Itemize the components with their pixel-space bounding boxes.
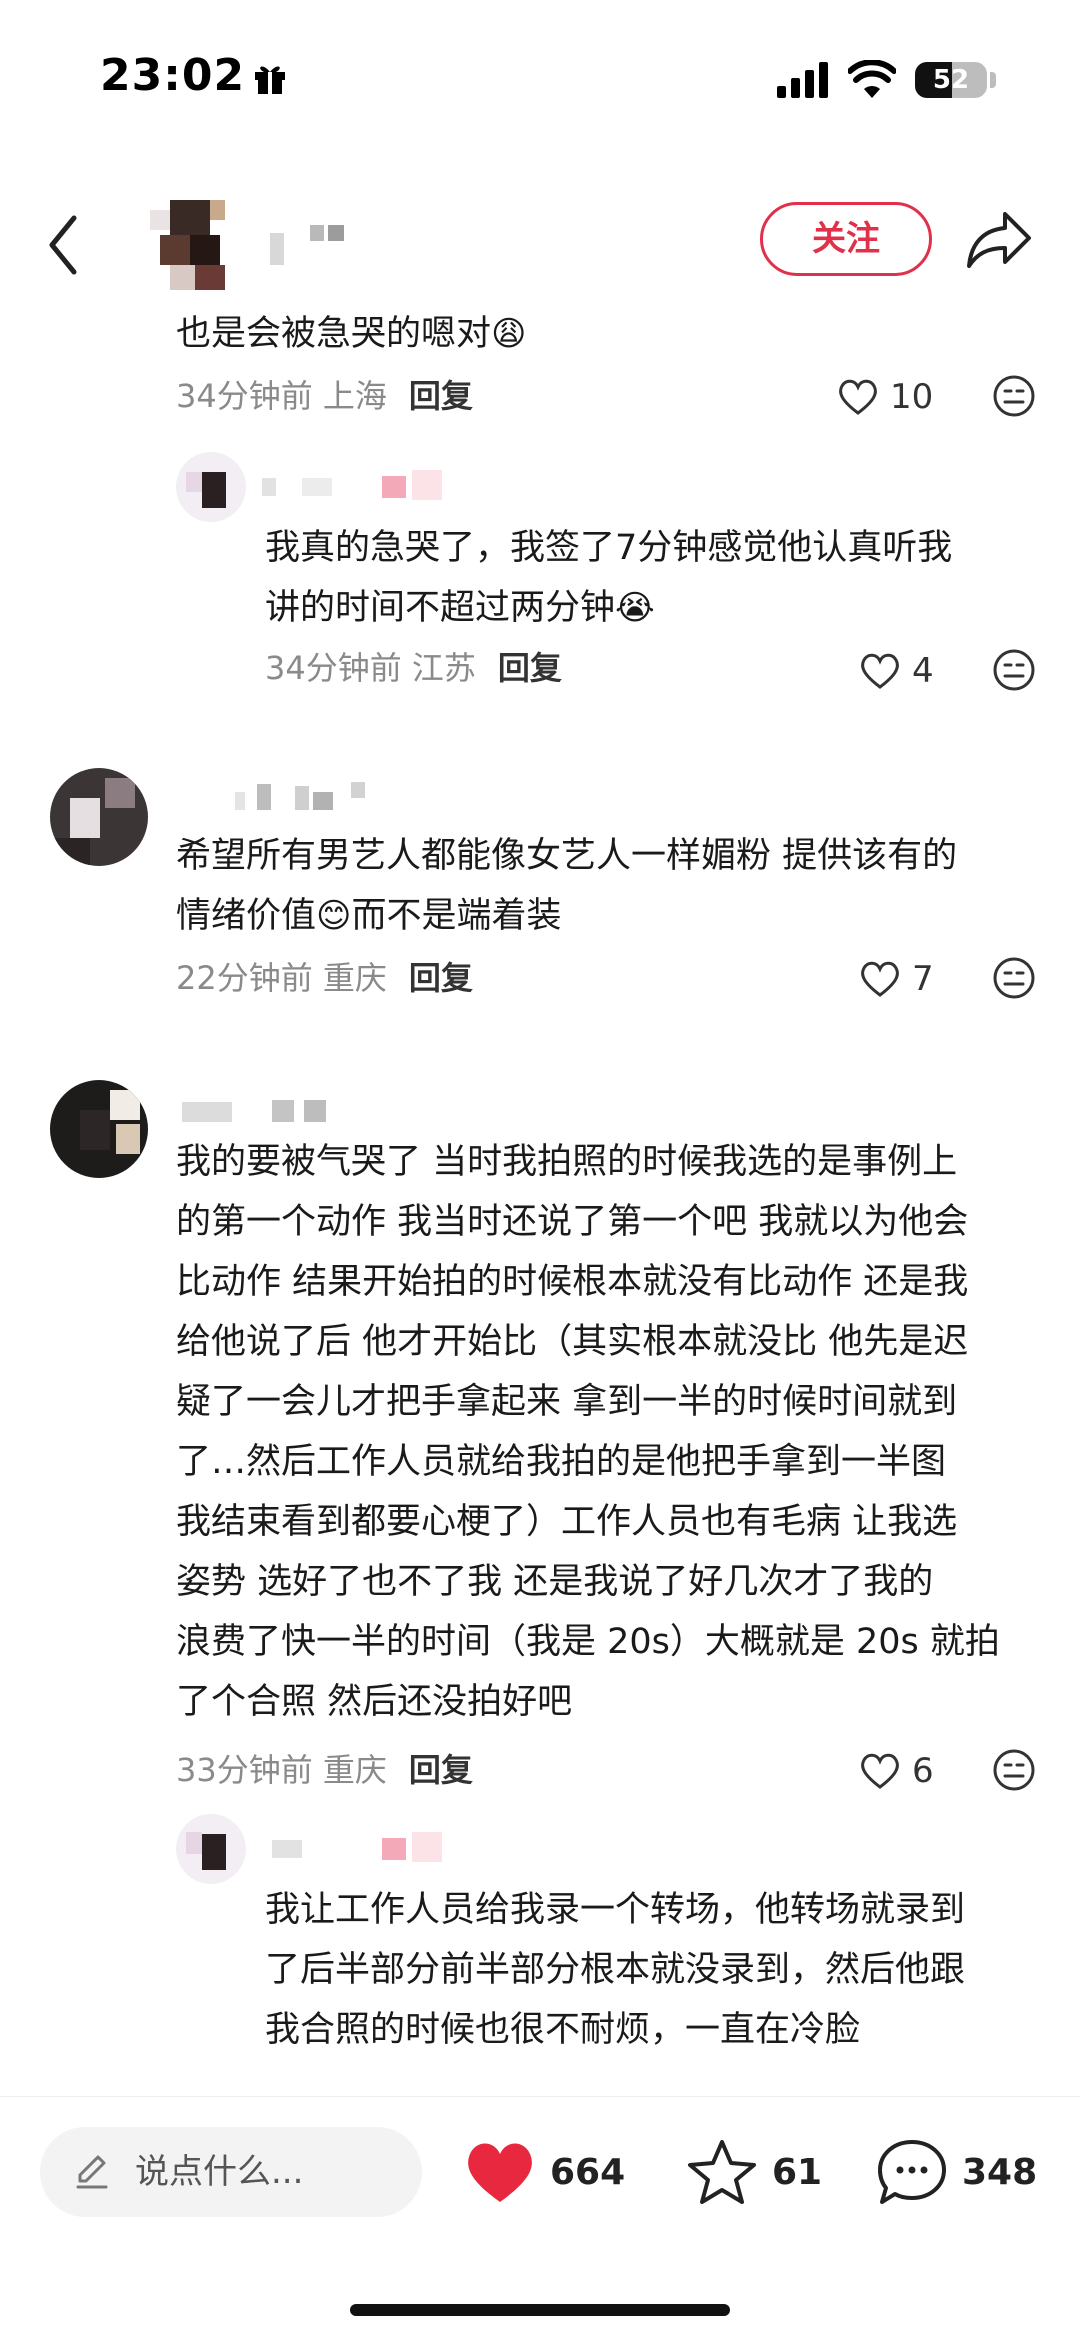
like-button[interactable]: 664	[462, 2127, 625, 2217]
heart-outline-icon	[861, 653, 899, 689]
reply-text: 我真的急哭了，我签了7分钟感觉他认真听我 讲的时间不超过两分钟😭	[265, 518, 952, 638]
reply-button[interactable]: 回复	[409, 1751, 473, 1789]
comment-meta: 33分钟前 重庆 回复	[176, 1751, 473, 1789]
home-indicator[interactable]	[350, 2304, 730, 2316]
username-blurred	[272, 1832, 442, 1862]
username-blurred	[235, 782, 365, 810]
neutral-face-icon[interactable]	[992, 1748, 1036, 1792]
heart-outline-icon	[861, 961, 899, 997]
share-icon[interactable]	[965, 208, 1035, 272]
comment-meta: 22分钟前 重庆 回复	[176, 959, 473, 997]
status-time: 23:02	[100, 50, 246, 101]
neutral-face-icon[interactable]	[992, 648, 1036, 692]
weary-emoji: 😩	[491, 314, 527, 354]
username-blurred	[182, 1100, 326, 1122]
pen-icon	[76, 2155, 108, 2189]
neutral-face-icon[interactable]	[992, 956, 1036, 1000]
battery-cap	[990, 72, 996, 88]
gift-icon	[255, 66, 285, 94]
favorite-button[interactable]: 61	[684, 2127, 822, 2217]
smiling-emoji: 😊	[316, 896, 352, 936]
comment-like[interactable]: 7	[858, 954, 934, 1004]
back-icon[interactable]	[40, 210, 90, 280]
comment-text: 我的要被气哭了 当时我拍照的时候我选的是事例上 的第一个动作 我当时还说了第一个…	[176, 1142, 1000, 1722]
comment-like[interactable]: 6	[858, 1746, 934, 1796]
comment-like[interactable]: 10	[836, 372, 933, 422]
avatar[interactable]	[50, 768, 148, 866]
heart-filled-icon	[468, 2143, 532, 2202]
avatar[interactable]	[50, 1080, 148, 1178]
battery-level: 52	[932, 65, 970, 95]
battery-indicator: 52	[915, 62, 987, 98]
comment-meta: 34分钟前 上海 回复	[176, 377, 473, 415]
comment-input[interactable]: 说点什么...	[40, 2127, 422, 2217]
reply-text: 我让工作人员给我录一个转场，他转场就录到 了后半部分前半部分根本就没录到，然后他…	[265, 1890, 966, 2050]
reply-button[interactable]: 回复	[409, 959, 473, 997]
comment-text: 希望所有男艺人都能像女艺人一样媚粉 提供该有的 情绪价值😊而不是端着装	[176, 826, 957, 946]
avatar[interactable]	[176, 452, 246, 522]
heart-outline-icon	[861, 1753, 899, 1789]
comment-button[interactable]: 348	[874, 2127, 1037, 2217]
username-blurred	[270, 225, 344, 265]
avatar[interactable]	[140, 200, 250, 300]
speech-bubble-icon	[878, 2140, 946, 2204]
input-placeholder: 说点什么...	[135, 2152, 304, 2192]
comment-text: 也是会被急哭的嗯对😩	[176, 304, 526, 364]
star-outline-icon	[688, 2140, 756, 2204]
reply-button[interactable]: 回复	[498, 649, 562, 687]
signal-icon	[777, 62, 828, 98]
reply-meta: 34分钟前 江苏 回复	[265, 649, 562, 687]
neutral-face-icon[interactable]	[992, 374, 1036, 418]
reply-button[interactable]: 回复	[409, 377, 473, 415]
wifi-icon	[848, 60, 896, 98]
avatar[interactable]	[176, 1814, 246, 1884]
heart-outline-icon	[839, 379, 877, 415]
status-bar: 23:02 52	[0, 0, 1080, 150]
crying-emoji: 😭	[615, 588, 655, 628]
comments-header: 关注	[0, 180, 1080, 300]
bottom-action-bar: 说点什么... 664 61 348	[0, 2096, 1080, 2246]
follow-button[interactable]: 关注	[760, 202, 932, 276]
comment-like[interactable]: 4	[858, 646, 934, 696]
username-blurred	[262, 470, 442, 500]
